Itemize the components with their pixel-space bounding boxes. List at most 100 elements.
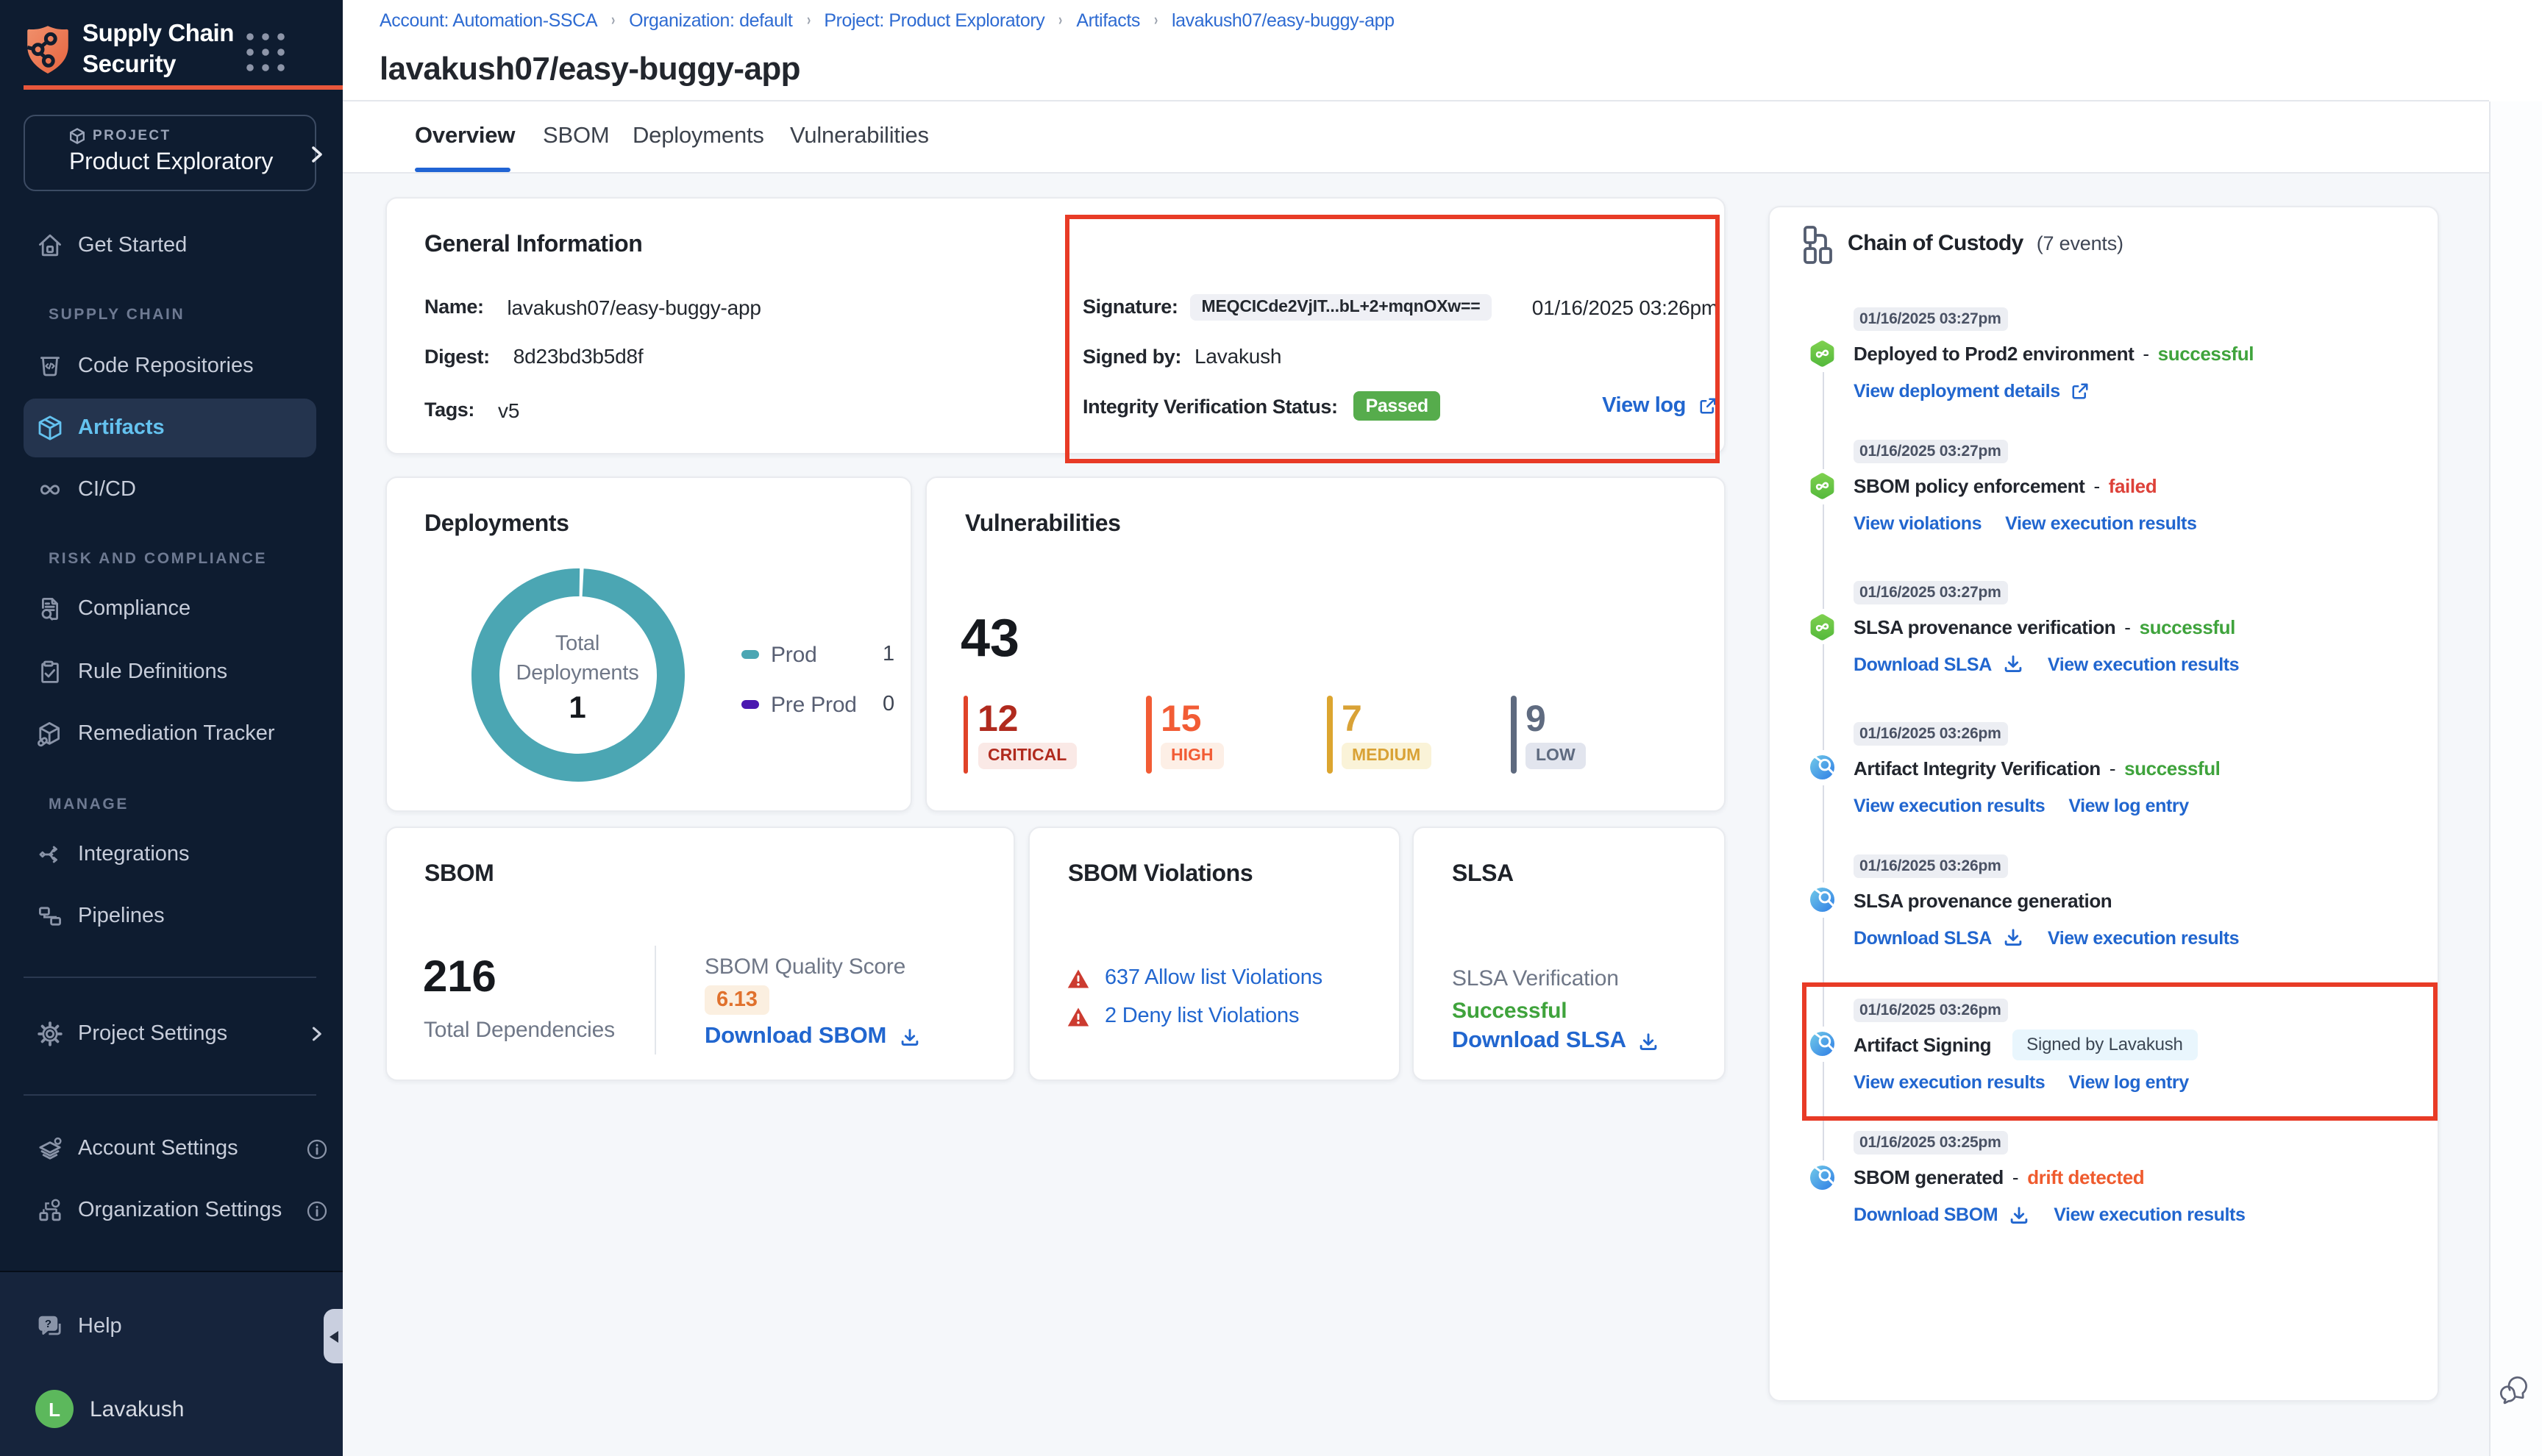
info-icon [306,1138,328,1160]
event-link[interactable]: View execution results [2005,513,2196,534]
severity-bar [963,696,968,774]
brand-accent-rule [24,85,343,89]
event-link[interactable]: View deployment details [1854,381,2091,402]
sidebar-item-rule-definitions[interactable]: Rule Definitions [24,643,316,702]
event-title-row: Artifact Integrity Verification-successf… [1854,752,2221,784]
event-status: successful [2140,615,2235,638]
event-links: View violations View execution results [1854,509,2196,538]
tab-deployments[interactable]: Deployments [633,101,764,172]
gi-name-row: Name: lavakush07/easy-buggy-app [424,293,761,320]
card-title: SLSA [1452,862,1514,888]
legend-preprod-value: 0 [883,692,894,715]
link-label: Download SBOM [705,1024,886,1050]
card-title: SBOM [424,862,494,888]
event-link[interactable]: View execution results [2048,654,2239,674]
tab-label: Deployments [633,124,764,150]
sidebar-item-code-repositories[interactable]: Code Repositories [24,337,316,396]
event-icon-wrap [1809,750,1837,785]
event-link[interactable]: Download SLSA [1854,927,2024,949]
gi-digest-value: 8d23bd3b5d8f [513,344,644,368]
event-icon-wrap [1809,882,1837,918]
sbom-quality-label: SBOM Quality Score [705,954,905,979]
node-arrows-icon [35,840,65,869]
project-selector[interactable]: PROJECT Product Exploratory [24,115,316,191]
deny-list-violations-link[interactable]: 2 Deny list Violations [1105,1004,1299,1028]
chat-bubble-icon[interactable] [2499,1375,2530,1407]
sidebar-item-label: Integrations [78,843,190,866]
sidebar-item-get-started[interactable]: Get Started [24,216,316,275]
sidebar-item-label: Pipelines [78,904,165,928]
event-timestamp: 01/16/2025 03:27pm [1853,440,2008,463]
vulnerabilities-card: Vulnerabilities 43 12 CRITICAL 15 HIGH 7… [925,476,1725,812]
slsa-card: SLSA SLSA Verification Successful Downlo… [1412,827,1725,1081]
sidebar-item-project-settings[interactable]: Project Settings [24,1004,316,1063]
sidebar-item-label: Code Repositories [78,354,254,378]
download-slsa-link[interactable]: Download SLSA [1452,1028,1660,1054]
severity-bar [1146,696,1151,774]
app-title: Supply Chain Security [82,19,247,81]
event-link[interactable]: View log entry [2068,795,2188,816]
severity-tile-2: 7 MEDIUM [1327,696,1489,778]
legend-chip-prod [741,650,759,660]
severity-badge: HIGH [1161,742,1224,768]
breadcrumb-link-0[interactable]: Account: Automation-SSCA [380,10,597,31]
sidebar-item-cicd[interactable]: CI/CD [24,460,316,519]
severity-count: 9 [1525,699,1546,741]
tab-vulnerabilities[interactable]: Vulnerabilities [790,101,929,172]
download-sbom-link[interactable]: Download SBOM [705,1024,920,1050]
tab-overview[interactable]: Overview [415,101,515,172]
sidebar-item-account-settings[interactable]: Account Settings [24,1119,316,1178]
event-link[interactable]: Download SBOM [1854,1204,2030,1226]
breadcrumb-link-1[interactable]: Organization: default [629,10,792,31]
event-link[interactable]: Download SLSA [1854,653,2024,675]
breadcrumb-link-3[interactable]: Artifacts [1076,10,1140,31]
severity-badge: LOW [1525,742,1586,768]
sidebar-item-organization-settings[interactable]: Organization Settings [24,1181,316,1240]
sidebar-item-compliance[interactable]: Compliance [24,579,316,638]
sidebar-item-label: Artifacts [78,416,165,440]
event-status: drift detected [2027,1166,2144,1188]
event-links: Download SLSA View execution results [1854,649,2239,679]
download-icon [2008,1204,2030,1226]
event-link[interactable]: View execution results [2054,1205,2245,1225]
user-avatar: L [35,1390,74,1428]
download-icon [898,1026,920,1048]
sidebar-item-artifacts[interactable]: Artifacts [24,399,316,457]
sidebar-user[interactable]: L Lavakush [24,1380,316,1438]
harness-pipeline-hexagon-icon [1810,472,1836,500]
event-icon-wrap [1809,336,1837,371]
artifacts-cube-icon [35,413,65,443]
legend-prod-value: 1 [883,642,894,665]
sidebar-item-remediation-tracker[interactable]: Remediation Tracker [24,704,316,763]
tab-sbom[interactable]: SBOM [543,101,610,172]
download-icon [2002,653,2024,675]
event-link-label: View deployment details [1854,381,2060,402]
harness-pipeline-hexagon-icon [1810,340,1836,368]
event-title-row: SLSA provenance verification-successful [1854,610,2235,643]
event-title-row: Deployed to Prod2 environment-successful [1854,338,2254,370]
deployments-card: Deployments Total Deployments 1 Prod 1 P… [385,476,912,812]
sidebar-item-help[interactable]: ? Help [24,1297,316,1356]
cube-wrench-icon [35,719,65,749]
gi-tags-value: v5 [498,398,519,421]
download-icon [2002,927,2024,949]
app-grid-icon[interactable] [246,32,285,72]
event-timestamp: 01/16/2025 03:27pm [1853,580,2008,604]
severity-count: 12 [978,699,1018,741]
breadcrumb-link-4[interactable]: lavakush07/easy-buggy-app [1172,10,1395,31]
allow-list-violations-link[interactable]: 637 Allow list Violations [1105,966,1322,990]
event-link[interactable]: View execution results [1854,795,2045,816]
event-status: successful [2158,343,2254,365]
help-chat-icon: ? [35,1312,65,1341]
sidebar-item-pipelines[interactable]: Pipelines [24,887,316,946]
supply-chain-security-logo [24,24,72,78]
sidebar-item-integrations[interactable]: Integrations [24,825,316,884]
event-link[interactable]: View violations [1854,513,1982,534]
breadcrumb-link-2[interactable]: Project: Product Exploratory [824,10,1044,31]
right-gutter-top [2489,0,2542,101]
sidebar-collapse-handle[interactable] [324,1309,343,1363]
event-link[interactable]: View execution results [2048,927,2239,948]
event-links: Download SBOM View execution results [1854,1200,2246,1230]
chain-of-custody-icon [1800,225,1834,265]
event-timestamp: 01/16/2025 03:25pm [1853,1131,2008,1155]
